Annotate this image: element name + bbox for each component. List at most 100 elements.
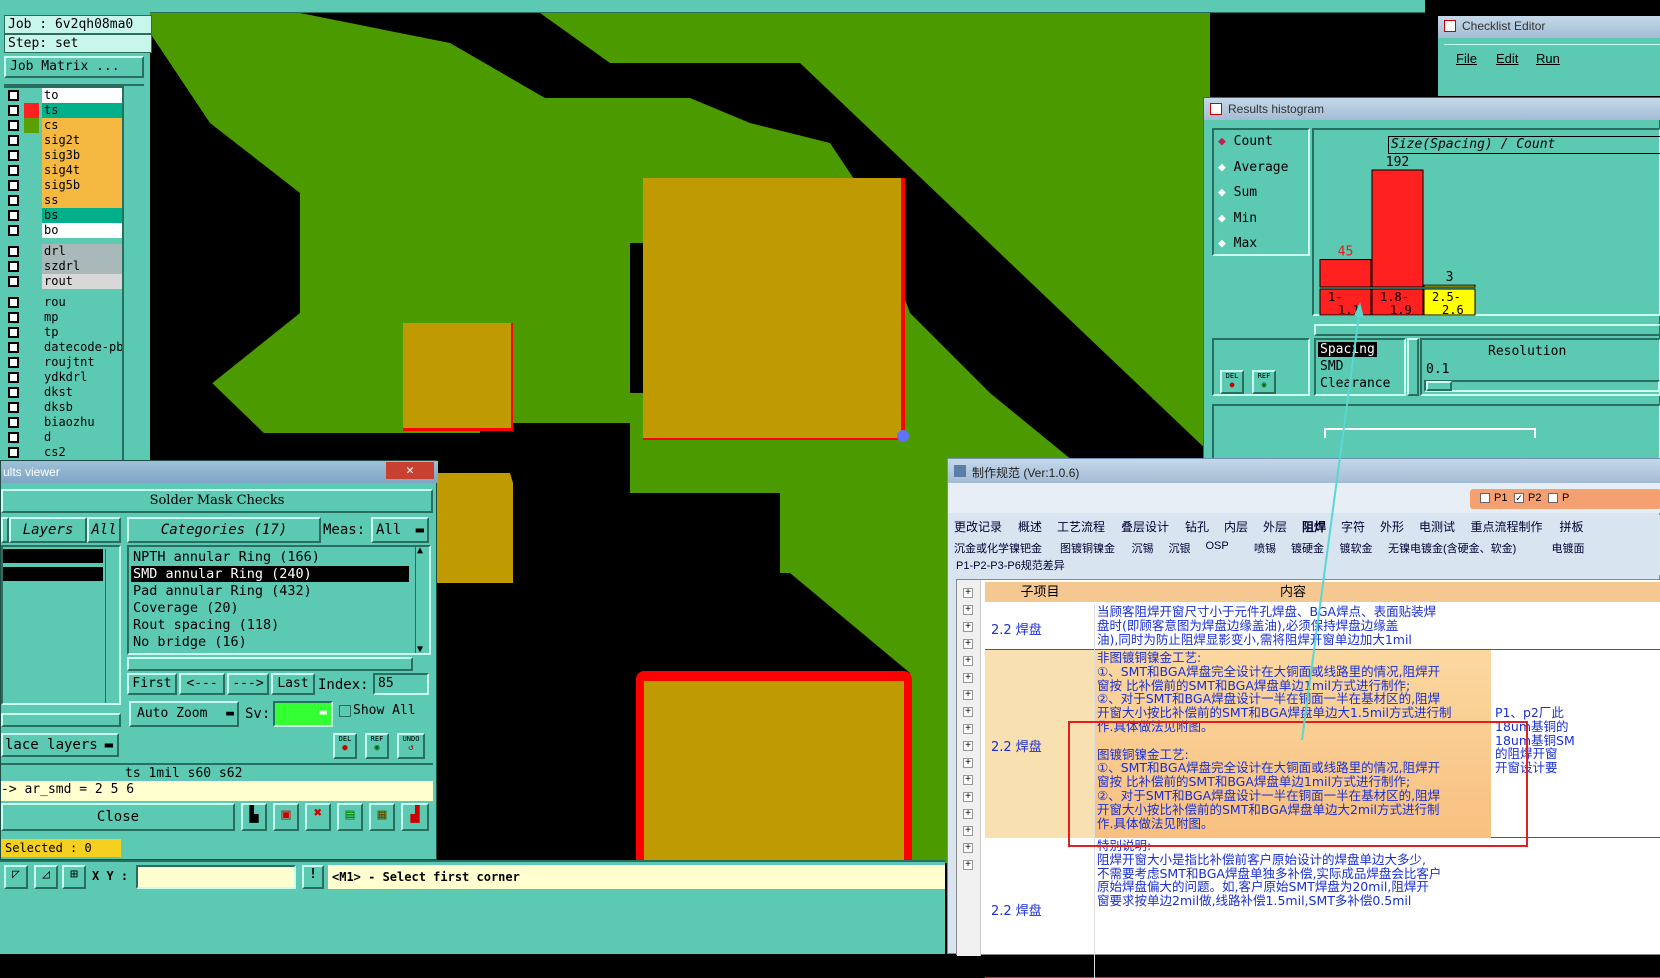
layer-color-swatch[interactable] [24,133,39,148]
layer-checkbox[interactable] [8,387,19,398]
layer-row-sig5b[interactable]: sig5b [4,178,122,193]
layer-color-swatch[interactable] [24,163,39,178]
tab-2[interactable]: 工艺流程 [1057,518,1105,535]
layer-color-swatch[interactable] [24,259,39,274]
histogram-button[interactable]: ▟ [401,803,429,831]
layer-row-cs2[interactable]: cs2 [4,445,122,460]
layer-checkbox[interactable] [8,357,19,368]
p2-checkbox[interactable]: ✓ [1514,493,1524,503]
layer-row-szdrl[interactable]: szdrl [4,259,122,274]
layer-color-swatch[interactable] [24,340,39,355]
layer-color-swatch[interactable] [24,103,39,118]
layer-checkbox[interactable] [8,120,19,131]
p1-checkbox[interactable] [1480,493,1490,503]
layer-checkbox[interactable] [8,432,19,443]
layer-checkbox[interactable] [8,180,19,191]
slider-thumb[interactable] [1426,381,1452,391]
tab-4[interactable]: OSP [1206,540,1229,552]
category-item[interactable]: NPTH annular Ring (166) [131,549,409,565]
job-matrix-button[interactable]: Job Matrix ... [4,56,144,78]
tab-1[interactable]: 图镀铜镍金 [1060,540,1115,556]
layer-color-swatch[interactable] [24,223,39,238]
categories-button[interactable]: Categories (17) [127,517,321,543]
index-input[interactable]: 85 [373,673,429,695]
bar-0[interactable] [1319,259,1372,288]
expand-icon[interactable]: + [963,758,973,768]
menu-edit[interactable]: Edit [1496,51,1518,66]
layer-color-swatch[interactable] [24,244,39,259]
layer-row-sig3b[interactable]: sig3b [4,148,122,163]
layer-checkbox[interactable] [8,195,19,206]
category-item[interactable]: Rout spacing (118) [131,617,409,633]
close-window-button[interactable]: ✕ [386,462,434,479]
layer-checkbox[interactable] [8,447,19,458]
category-item[interactable]: SMD annular Ring (240) [131,566,409,582]
layer-color-swatch[interactable] [24,193,39,208]
category-item[interactable]: Pad annular Ring (432) [131,583,409,599]
layer-color-swatch[interactable] [24,415,39,430]
expand-icon[interactable]: + [963,741,973,751]
expand-icon[interactable]: + [963,843,973,853]
category-h-scrollbar[interactable] [127,657,413,671]
layer-checkbox[interactable] [8,372,19,383]
layer-checkbox[interactable] [8,165,19,176]
layer-row-drl[interactable]: drl [4,244,122,259]
tab-2[interactable]: 沉锡 [1132,540,1154,556]
del-button[interactable]: DEL ● [1220,370,1244,394]
layer-checkbox[interactable] [8,105,19,116]
layer-checkbox[interactable] [8,90,19,101]
layer-checkbox[interactable] [8,312,19,323]
layer-color-swatch[interactable] [24,400,39,415]
layer-checkbox[interactable] [8,150,19,161]
ref-button[interactable]: REF ◉ [1252,370,1276,394]
layer-color-swatch[interactable] [24,445,39,460]
layer-row-mp[interactable]: mp [4,310,122,325]
tab-1[interactable]: 概述 [1018,518,1042,535]
layer-row-dkst[interactable]: dkst [4,385,122,400]
layer-row-rou[interactable]: rou [4,295,122,310]
layer-checkbox[interactable] [8,327,19,338]
layer-row-cs[interactable]: cs [4,118,122,133]
show-all-checkbox[interactable] [339,705,351,717]
category-item[interactable]: Coverage (20) [131,600,409,616]
layer-item[interactable] [3,567,103,581]
ref-button[interactable]: REF ◉ [365,733,389,759]
category-item[interactable]: No bridge (16) [131,634,409,650]
layer-color-swatch[interactable] [24,88,39,103]
tab-9[interactable]: 外形 [1380,518,1404,535]
layer-checkbox[interactable] [8,417,19,428]
layer-row-roujtnt[interactable]: roujtnt [4,355,122,370]
all-layers-button[interactable]: All [87,517,121,543]
layer-row-bo[interactable]: bo [4,223,122,238]
mode-radio-sum[interactable]: ◆ Sum [1218,185,1257,200]
tab-12[interactable]: 拼板 [1560,518,1584,535]
tab-3[interactable]: 叠层设计 [1121,518,1169,535]
expand-icon[interactable]: + [963,724,973,734]
report-button[interactable]: ▣ [273,803,299,831]
tool-button[interactable]: ⊞ [62,865,86,889]
p3-checkbox[interactable] [1548,493,1558,503]
last-button[interactable]: Last [271,673,315,695]
mode-radio-average[interactable]: ◆ Average [1218,160,1288,175]
prev-button[interactable]: <--- [179,673,225,695]
layer-row-dksb[interactable]: dksb [4,400,122,415]
layer-row-bs[interactable]: bs [4,208,122,223]
layer-item[interactable] [3,549,103,563]
close-button[interactable]: Close [1,803,235,831]
expand-icon[interactable]: + [963,588,973,598]
sv-select[interactable]: ▬ [273,701,333,727]
menu-run[interactable]: Run [1536,51,1560,66]
layer-row-d[interactable]: d [4,430,122,445]
expand-icon[interactable]: + [963,622,973,632]
xy-input[interactable] [136,865,296,889]
layer-row-sig2t[interactable]: sig2t [4,133,122,148]
expand-icon[interactable]: + [963,707,973,717]
expand-icon[interactable]: + [963,656,973,666]
bar-2[interactable] [1423,284,1476,288]
list-scrollbar[interactable] [105,549,119,703]
layer-checkbox[interactable] [8,342,19,353]
layer-checkbox[interactable] [8,135,19,146]
tab-0[interactable]: 更改记录 [954,518,1002,535]
layer-checkbox[interactable] [8,297,19,308]
undo-button[interactable]: UNDO ↺ [397,733,425,759]
